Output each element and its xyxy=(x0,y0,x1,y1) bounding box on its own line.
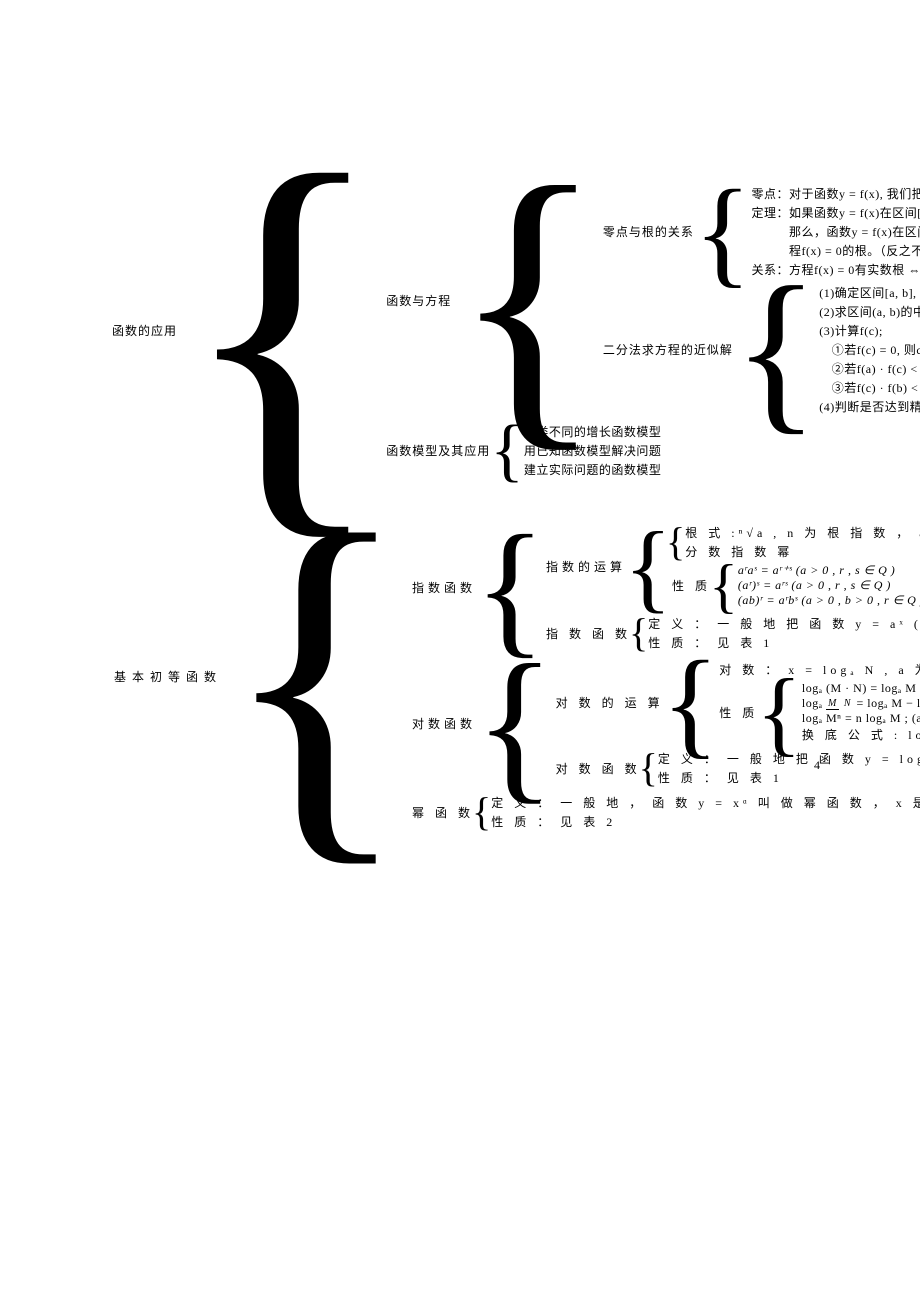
branch-exp-properties: 性 质 { aʳaˢ = aʳ⁺ˢ (a > 0 , r , s ∈ Q ) (… xyxy=(668,563,920,608)
label-exp-operation: 指数的运算 xyxy=(542,557,626,576)
text-bisect-1: (1)确定区间[a, b], 验证f(a) · f(b) < 0, 给定精确度ε… xyxy=(815,283,920,302)
branch-func-equation: 函数与方程 { 零点与根的关系 { 零点：对于函数y = f(x), 我们把使f… xyxy=(384,182,920,418)
branch-exp-operation: 指数的运算 { { 根 式 :ⁿ√a , n 为 根 指 数 ， a 为 被 开… xyxy=(542,523,920,610)
frac-m-over-n: M N xyxy=(826,699,853,709)
text-model-1: 几类不同的增长函数模型 xyxy=(520,422,662,441)
text-log-rule-2: logₐ M N = logₐ M − logₐ N ; xyxy=(798,696,920,711)
frac-top: M xyxy=(826,698,839,710)
branch-logarithm: 对数函数 { 对 数 的 运 算 { 对 数 ： x = logₐ N , a … xyxy=(408,658,920,789)
text-log-rule-2a: logₐ xyxy=(802,696,826,710)
label-func-equation: 函数与方程 xyxy=(384,292,453,309)
branch-exp-func-def: 指 数 函 数 { 定 义 ： 一 般 地 把 函 数 y = aˣ (a > … xyxy=(542,614,920,652)
text-log-def: 对 数 ： x = logₐ N , a 为 底 数 ， N 为 真 数 xyxy=(715,660,920,679)
text-zero-theorem-2: 那么，函数y = f(x)在区间[a, b]内有零点。即存在c ∈ (a, b)… xyxy=(747,222,920,241)
label-logarithm: 对数函数 xyxy=(408,714,476,733)
frac-bot: N xyxy=(842,698,853,709)
text-root-formula: 根 式 :ⁿ√a , n 为 根 指 数 ， a 为 被 开 方 数 xyxy=(681,523,920,542)
page-number: 4 xyxy=(814,758,820,773)
text-zero-theorem-1: 定理：如果函数y = f(x)在区间[a, b]上的图象是连续不断的一条曲线，并… xyxy=(747,203,920,222)
text-bisect-3a: ①若f(c) = 0, 则c就是函数的零点; xyxy=(815,340,920,359)
text-zero-def: 零点：对于函数y = f(x), 我们把使f(x) = 0的实数x叫做函数y =… xyxy=(747,184,920,203)
text-log-def-line: 定 义 ： 一 般 地 把 函 数 y = logₐ x (a > 0 且 a … xyxy=(654,749,920,768)
branch-func-model: 函数模型及其应用 { 几类不同的增长函数模型 用已知函数模型解决问题 建立实际问… xyxy=(384,422,920,479)
label-log-func-def: 对 数 函 数 xyxy=(552,759,641,778)
text-power-prop-ref: 性 质 ： 见 表 2 xyxy=(487,812,920,831)
branch-log-func-def: 对 数 函 数 { 定 义 ： 一 般 地 把 函 数 y = logₐ x (… xyxy=(552,749,920,787)
branch-power-function: 幂 函 数 { 定 义 ： 一 般 地 ， 函 数 y = xᵅ 叫 做 幂 函… xyxy=(408,793,920,831)
root-label-elementary: 基本初等函数 xyxy=(110,667,222,686)
text-bisect-2: (2)求区间(a, b)的中点c; xyxy=(815,302,920,321)
root-label-function-app: 函数的应用 xyxy=(110,322,179,339)
text-model-2: 用已知函数模型解决问题 xyxy=(520,441,662,460)
text-bisect-3b: ②若f(a) · f(c) < 0, 则令b = c(此时零点x₀ ∈ (a, … xyxy=(815,359,920,378)
text-log-rule-1: logₐ (M · N) = logₐ M + logₐ N ; xyxy=(798,681,920,696)
text-log-rule-4: 换 底 公 式 : logₐ b = log_c b log_c a (a , … xyxy=(798,726,920,743)
label-log-prop: 性 质 xyxy=(715,703,758,722)
section-elementary-functions: 基本初等函数 { 指数函数 { 指数的运算 { { xyxy=(110,519,920,833)
text-model-3: 建立实际问题的函数模型 xyxy=(520,460,662,479)
text-exp-def: 定 义 ： 一 般 地 把 函 数 y = aˣ (a > 0 且 a ≠ 1)… xyxy=(644,614,920,633)
label-bisection: 二分法求方程的近似解 xyxy=(601,341,735,358)
text-exp-rule-3: (ab)ʳ = aʳbˢ (a > 0 , b > 0 , r ∈ Q ) xyxy=(734,593,920,608)
label-log-operation: 对 数 的 运 算 xyxy=(552,693,664,712)
text-bisect-4: (4)判断是否达到精确度ε: 即若 |a - b| < ε, 则得到零点的近似值… xyxy=(815,397,920,416)
branch-bisection: 二分法求方程的近似解 { (1)确定区间[a, b], 验证f(a) · f(b… xyxy=(601,283,920,416)
text-log-prop-ref: 性 质 ： 见 表 1 xyxy=(654,768,920,787)
group-root-frac-exp: { 根 式 :ⁿ√a , n 为 根 指 数 ， a 为 被 开 方 数 分 数… xyxy=(668,523,920,561)
text-log-rule-3: logₐ Mⁿ = n logₐ M ; (a > 0 , a ≠ 1 , M … xyxy=(798,711,920,726)
branch-log-operation: 对 数 的 运 算 { 对 数 ： x = logₐ N , a 为 底 数 ，… xyxy=(552,660,920,745)
text-exp-rule-1: aʳaˢ = aʳ⁺ˢ (a > 0 , r , s ∈ Q ) xyxy=(734,563,920,578)
label-zero-root: 零点与根的关系 xyxy=(601,223,696,240)
section-function-application: 函数的应用 { 函数与方程 { 零点与根的关系 { 零点：对于函数y = f(x… xyxy=(110,180,920,481)
text-log-rule-2b: = logₐ M − logₐ N ; xyxy=(857,696,920,710)
branch-log-properties: 性 质 { logₐ (M · N) = logₐ M + logₐ N ; l… xyxy=(715,681,920,743)
label-exponential: 指数函数 xyxy=(408,578,476,597)
label-exp-prop: 性 质 xyxy=(668,576,711,595)
text-exp-rule-2: (aʳ)ˢ = aʳˢ (a > 0 , r , s ∈ Q ) xyxy=(734,578,920,593)
text-power-def: 定 义 ： 一 般 地 ， 函 数 y = xᵅ 叫 做 幂 函 数 ， x 是… xyxy=(487,793,920,812)
label-power-function: 幂 函 数 xyxy=(408,803,474,822)
text-bisect-3c: ③若f(c) · f(b) < 0, 则令a = c(此时零点x₀ ∈ (c, … xyxy=(815,378,920,397)
text-bisect-3: (3)计算f(c); xyxy=(815,321,920,340)
text-log-rule-4a: 换 底 公 式 : logₐ b = xyxy=(802,728,920,742)
